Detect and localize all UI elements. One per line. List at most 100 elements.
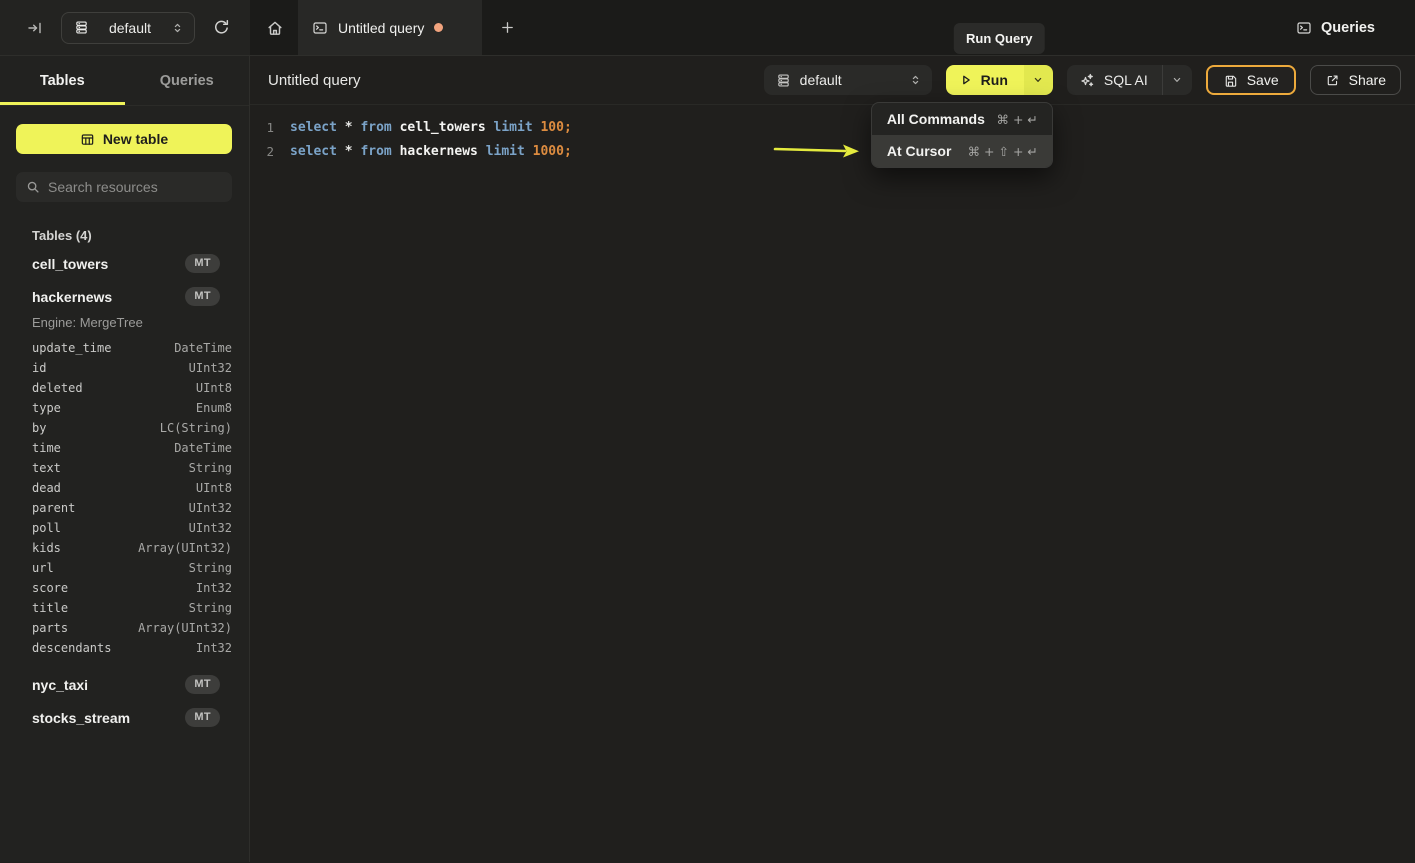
tab-untitled-query[interactable]: Untitled query	[298, 0, 482, 55]
queries-panel-button[interactable]: Queries	[1296, 20, 1375, 36]
column-row: typeEnum8	[0, 398, 249, 418]
tabstrip: Untitled query Queries	[250, 0, 1415, 55]
column-row: partsArray(UInt32)	[0, 618, 249, 638]
sql-token: *	[345, 144, 361, 159]
sql-keyword: select	[290, 144, 345, 159]
search-input[interactable]	[48, 179, 229, 195]
query-header: Untitled query default	[250, 56, 1415, 105]
chevron-down-icon	[1171, 74, 1183, 86]
terminal-icon	[312, 20, 328, 36]
plus-icon	[500, 20, 515, 35]
topbar: default	[0, 0, 1415, 56]
column-row: titleString	[0, 598, 249, 618]
column-row: deadUInt8	[0, 478, 249, 498]
sql-token: *	[345, 120, 361, 135]
collapse-sidebar-button[interactable]	[22, 15, 47, 41]
sql-table-name: cell_towers	[400, 120, 494, 135]
main-area: Untitled query default	[250, 56, 1415, 862]
sql-keyword: select	[290, 120, 345, 135]
new-tab-button[interactable]	[494, 15, 520, 41]
save-button[interactable]: Save	[1206, 65, 1296, 95]
database-icon	[74, 20, 89, 35]
tab-title: Untitled query	[338, 20, 424, 36]
unsaved-changes-dot	[434, 23, 443, 32]
share-button-label: Share	[1349, 72, 1386, 88]
line-number: 2	[250, 140, 274, 164]
chevron-updown-icon	[909, 73, 922, 87]
table-row-hackernews[interactable]: hackernews MT	[0, 280, 249, 313]
run-query-tooltip: Run Query	[954, 23, 1044, 54]
table-row-nyc-taxi[interactable]: nyc_taxi MT	[0, 668, 249, 701]
run-button[interactable]: Run	[946, 65, 1024, 95]
database-icon	[776, 73, 791, 88]
pin-sidebar-icon	[27, 20, 43, 36]
share-button[interactable]: Share	[1310, 65, 1401, 95]
hackernews-columns: update_timeDateTime idUInt32 deletedUInt…	[0, 338, 249, 658]
column-row: parentUInt32	[0, 498, 249, 518]
chevron-down-icon	[1032, 74, 1044, 86]
database-selector[interactable]: default	[61, 12, 195, 44]
play-icon	[959, 73, 973, 87]
sidebar-tabs: Tables Queries	[0, 56, 249, 106]
sparkles-icon	[1079, 72, 1095, 88]
engine-badge: MT	[185, 254, 220, 273]
column-row: descendantsInt32	[0, 638, 249, 658]
database-selector-value: default	[97, 20, 163, 36]
column-row: byLC(String)	[0, 418, 249, 438]
query-title: Untitled query	[268, 72, 361, 89]
run-split-button: Run Query Run	[946, 65, 1053, 95]
sql-keyword: limit	[494, 120, 541, 135]
query-database-selector[interactable]: default	[764, 65, 932, 95]
tables-section-header: Tables (4)	[32, 228, 249, 243]
topbar-spacer	[520, 0, 1296, 55]
sql-editor[interactable]: 1 select * from cell_towers limit 100; 2…	[250, 105, 1415, 862]
table-row-cell-towers[interactable]: cell_towers MT	[0, 247, 249, 280]
topbar-left: default	[0, 0, 250, 55]
search-icon	[26, 180, 40, 194]
engine-badge: MT	[185, 708, 220, 727]
table-row-stocks-stream[interactable]: stocks_stream MT	[0, 701, 249, 734]
column-row: update_timeDateTime	[0, 338, 249, 358]
chevron-updown-icon	[171, 21, 184, 35]
column-row: timeDateTime	[0, 438, 249, 458]
annotation-arrow	[771, 136, 863, 166]
sql-number: 100;	[540, 120, 571, 135]
query-database-value: default	[800, 72, 900, 88]
sql-keyword: from	[360, 144, 399, 159]
queries-button-label: Queries	[1321, 20, 1375, 36]
refresh-button[interactable]	[209, 15, 234, 41]
menu-item-all-commands[interactable]: All Commands ⌘ + ↵	[872, 103, 1052, 135]
run-options-button[interactable]	[1024, 65, 1053, 95]
new-table-button[interactable]: New table	[16, 124, 232, 154]
shortcut-hint: ⌘ + ⇧ + ↵	[968, 144, 1038, 159]
sql-table-name: hackernews	[400, 144, 486, 159]
engine-label: Engine: MergeTree	[32, 315, 249, 330]
home-icon	[266, 19, 284, 37]
new-table-label: New table	[103, 131, 168, 147]
app-window: default	[0, 0, 1415, 863]
line-number: 1	[250, 116, 274, 140]
sql-ai-button[interactable]: SQL AI	[1067, 65, 1162, 95]
sidebar-tab-queries[interactable]: Queries	[125, 56, 250, 105]
column-row: pollUInt32	[0, 518, 249, 538]
sidebar: Tables Queries New table	[0, 56, 250, 862]
sql-keyword: limit	[486, 144, 533, 159]
sidebar-tab-tables[interactable]: Tables	[0, 56, 125, 105]
refresh-icon	[213, 19, 230, 36]
header-actions: default Run Query	[764, 65, 1401, 95]
sql-ai-options-button[interactable]	[1162, 65, 1192, 95]
sql-ai-label: SQL AI	[1104, 72, 1148, 88]
sql-number: 1000;	[533, 144, 572, 159]
shortcut-hint: ⌘ + ↵	[996, 112, 1037, 127]
column-row: idUInt32	[0, 358, 249, 378]
sql-keyword: from	[360, 120, 399, 135]
menu-item-at-cursor[interactable]: At Cursor ⌘ + ⇧ + ↵	[872, 135, 1052, 167]
save-disk-icon	[1223, 73, 1238, 88]
terminal-icon	[1296, 20, 1312, 36]
column-row: scoreInt32	[0, 578, 249, 598]
run-options-menu: All Commands ⌘ + ↵ At Cursor ⌘ + ⇧ + ↵	[871, 102, 1053, 168]
save-button-label: Save	[1247, 72, 1279, 88]
home-button[interactable]	[262, 15, 288, 41]
engine-badge: MT	[185, 675, 220, 694]
share-icon	[1325, 73, 1340, 88]
